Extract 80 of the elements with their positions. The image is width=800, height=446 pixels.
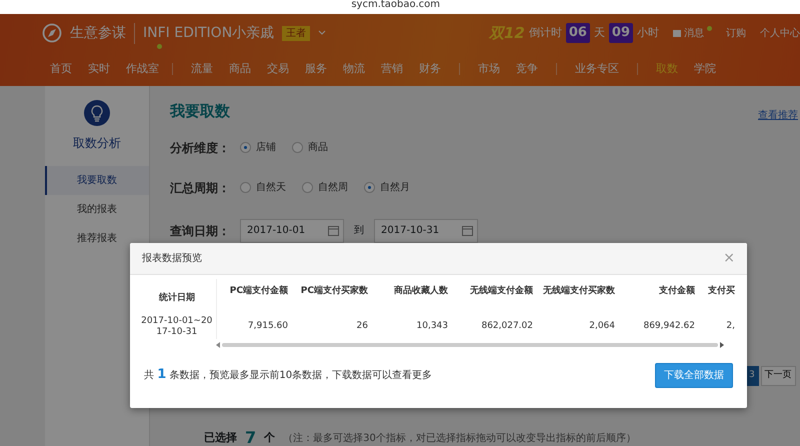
message-icon[interactable] bbox=[673, 30, 681, 36]
sidebar-title: 取数分析 bbox=[72, 135, 122, 152]
logo-icon bbox=[42, 23, 62, 43]
sidebar-item[interactable]: 我要取数 bbox=[45, 166, 149, 195]
selected-label: 已选择 bbox=[204, 430, 237, 446]
date-field[interactable]: 2017-10-01 bbox=[240, 218, 344, 242]
field-label: 汇总周期： bbox=[170, 180, 230, 196]
column-header: 统计日期 bbox=[138, 279, 216, 315]
header-link[interactable]: 订购 bbox=[726, 26, 746, 40]
pagination-button[interactable]: 下一页 bbox=[760, 366, 796, 386]
table-cell-text: 862,027.02 bbox=[480, 320, 534, 334]
hours-unit: 小时 bbox=[637, 24, 659, 41]
column-header: 无线端支付买家数 bbox=[542, 284, 616, 298]
close-button[interactable]: × bbox=[723, 248, 735, 269]
field-label: 查询日期： bbox=[170, 222, 230, 240]
calendar-icon[interactable] bbox=[462, 225, 473, 236]
lightbulb-icon bbox=[84, 100, 110, 126]
radio-label[interactable]: 商品 bbox=[308, 140, 328, 155]
nav-tab[interactable]: 商品 bbox=[221, 60, 259, 78]
field-label: 分析维度： bbox=[170, 140, 230, 156]
column-header: 商品收藏人数 bbox=[393, 284, 449, 298]
radio-label[interactable]: 自然天 bbox=[256, 180, 286, 195]
table-cell-text: 2, bbox=[725, 320, 736, 334]
nav-tab[interactable]: 首页 bbox=[42, 60, 80, 78]
edition-name: INFI EDITION小亲戚 bbox=[134, 22, 274, 44]
nav-tab[interactable]: 流量 bbox=[183, 60, 221, 78]
table-cell: 7,915.60 bbox=[216, 315, 291, 339]
range-separator: 到 bbox=[354, 224, 364, 238]
caret-icon[interactable] bbox=[318, 30, 326, 36]
nav-tab[interactable]: 物流 bbox=[335, 60, 373, 78]
nav-tab[interactable]: 作战室 bbox=[118, 60, 167, 78]
countdown-hours: 09 bbox=[608, 23, 633, 43]
table-cell-text: 26 bbox=[356, 320, 369, 334]
table-cell: 2017-10-01~2017-10-31 bbox=[138, 315, 216, 339]
radio-label[interactable]: 自然月 bbox=[380, 180, 410, 195]
nav-tab[interactable]: 取数 bbox=[648, 60, 686, 78]
date-field[interactable]: 2017-10-31 bbox=[374, 218, 478, 242]
radio-label[interactable]: 店铺 bbox=[256, 140, 276, 155]
count-unit: 个 bbox=[264, 430, 276, 446]
column-header: PC端支付买家数 bbox=[300, 284, 369, 298]
sidebar-item[interactable]: 我的报表 bbox=[45, 195, 149, 224]
horizontal-scrollbar[interactable] bbox=[216, 340, 724, 349]
nav-tab[interactable]: 交易 bbox=[259, 60, 297, 78]
nav-tab[interactable]: 市场 bbox=[470, 60, 508, 78]
table-cell-text: 2,064 bbox=[588, 320, 616, 334]
column-header: 无线端支付金额 bbox=[469, 284, 534, 298]
nav-tab[interactable]: 服务 bbox=[297, 60, 335, 78]
brand-name: 生意参谋 bbox=[70, 24, 126, 42]
dialog-title: 报表数据预览 bbox=[142, 252, 202, 266]
nav-tab[interactable]: 营销 bbox=[373, 60, 411, 78]
radio-button[interactable] bbox=[240, 182, 251, 193]
countdown-label: 倒计时 bbox=[528, 24, 562, 41]
page-title: 我要取数 bbox=[170, 101, 230, 122]
calendar-icon[interactable] bbox=[328, 225, 339, 236]
nav-tab[interactable]: 业务专区 bbox=[567, 60, 627, 78]
table-cell-text: 869,942.62 bbox=[642, 320, 696, 334]
summary-text: 共 1 条数据，预览最多显示前10条数据，下载数据可以查看更多 bbox=[144, 366, 432, 384]
selected-count: 7 bbox=[245, 427, 256, 446]
radio-button[interactable] bbox=[292, 142, 303, 153]
column-header: 支付金额 bbox=[658, 284, 696, 298]
nav-tab[interactable]: 财务 bbox=[411, 60, 449, 78]
radio-button[interactable] bbox=[364, 182, 375, 193]
recommend-link[interactable]: 查看推荐 bbox=[758, 108, 798, 123]
header-link[interactable]: 个人中心 bbox=[760, 26, 800, 40]
countdown-days: 06 bbox=[566, 23, 590, 43]
level-badge: 王者 bbox=[282, 26, 310, 40]
nav-tab[interactable]: 学院 bbox=[686, 60, 724, 78]
download-button[interactable]: 下载全部数据 bbox=[655, 362, 733, 388]
column-header: 支付买 bbox=[707, 284, 736, 298]
nav-tab[interactable]: 竞争 bbox=[508, 60, 546, 78]
radio-label[interactable]: 自然周 bbox=[318, 180, 348, 195]
radio-button[interactable] bbox=[302, 182, 313, 193]
column-header: PC端支付金额 bbox=[216, 279, 291, 315]
selection-note: （注：最多可选择30个指标，对已选择指标拖动可以改变导出指标的前后顺序） bbox=[283, 432, 636, 446]
header-link[interactable]: 消息 bbox=[684, 26, 704, 40]
sidebar-item[interactable]: 推荐报表 bbox=[45, 224, 149, 253]
radio-button[interactable] bbox=[240, 142, 251, 153]
days-unit: 天 bbox=[594, 24, 605, 41]
nav-tab[interactable]: 实时 bbox=[80, 60, 118, 78]
table-cell-text: 10,343 bbox=[416, 320, 449, 334]
